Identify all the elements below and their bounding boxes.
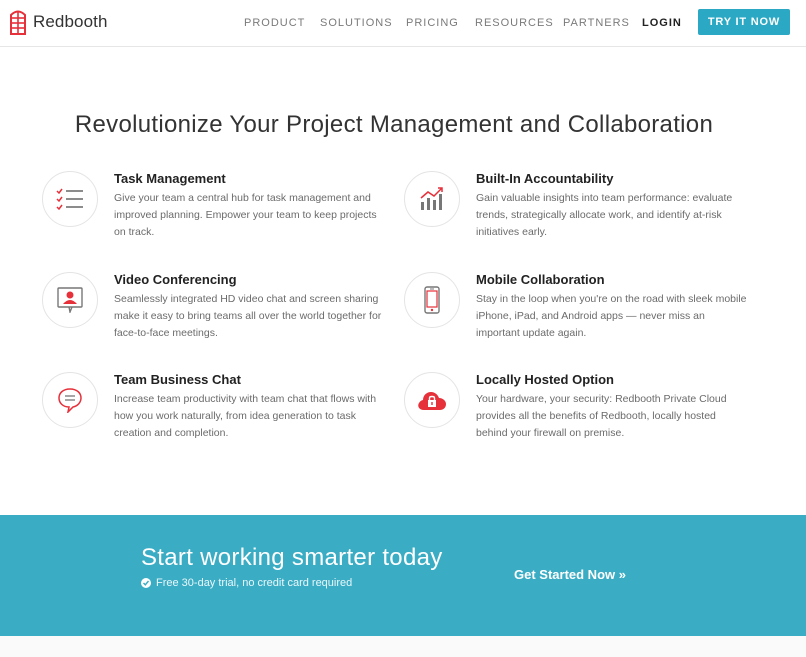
feature-description: Give your team a central hub for task ma… — [114, 192, 377, 238]
nav-pricing[interactable]: PRICING — [406, 17, 459, 29]
cta-subtitle-text: Free 30-day trial, no credit card requir… — [156, 577, 353, 589]
brand-name: Redbooth — [33, 12, 108, 31]
page-title: Revolutionize Your Project Management an… — [74, 111, 714, 138]
feature-description: Your hardware, your security: Redbooth P… — [476, 393, 727, 439]
feature-description: Gain valuable insights into team perform… — [476, 192, 733, 238]
bar-chart-icon — [404, 171, 460, 227]
checklist-icon — [42, 171, 98, 227]
site-header: Redbooth PRODUCT SOLUTIONS PRICING RESOU… — [0, 0, 806, 47]
nav-partners[interactable]: PARTNERS — [563, 17, 630, 29]
feature-title: Team Business Chat — [114, 372, 241, 387]
mobile-phone-icon — [404, 272, 460, 328]
feature-title: Built-In Accountability — [476, 171, 614, 186]
nav-login[interactable]: LOGIN — [642, 17, 682, 29]
feature-description: Stay in the loop when you're on the road… — [476, 293, 747, 339]
nav-product[interactable]: PRODUCT — [244, 17, 305, 29]
cta-title: Start working smarter today — [141, 544, 443, 571]
cta-subtitle: Free 30-day trial, no credit card requir… — [141, 577, 352, 589]
feature-description: Increase team productivity with team cha… — [114, 393, 377, 439]
get-started-link[interactable]: Get Started Now » — [514, 567, 626, 582]
cta-band: Start working smarter today Free 30-day … — [0, 515, 806, 636]
feature-title: Locally Hosted Option — [476, 372, 614, 387]
nav-solutions[interactable]: SOLUTIONS — [320, 17, 393, 29]
feature-title: Task Management — [114, 171, 226, 186]
cloud-lock-icon — [404, 372, 460, 428]
brand-logo[interactable]: Redbooth — [9, 9, 108, 35]
check-circle-icon — [141, 578, 151, 588]
chat-bubble-icon — [42, 372, 98, 428]
video-chat-icon — [42, 272, 98, 328]
feature-description: Seamlessly integrated HD video chat and … — [114, 293, 382, 339]
feature-title: Mobile Collaboration — [476, 272, 605, 287]
nav-resources[interactable]: RESOURCES — [475, 17, 554, 29]
try-it-now-button[interactable]: TRY IT NOW — [698, 9, 790, 35]
feature-title: Video Conferencing — [114, 272, 237, 287]
footer-strip — [0, 636, 806, 657]
redbooth-logo-icon — [10, 10, 26, 35]
